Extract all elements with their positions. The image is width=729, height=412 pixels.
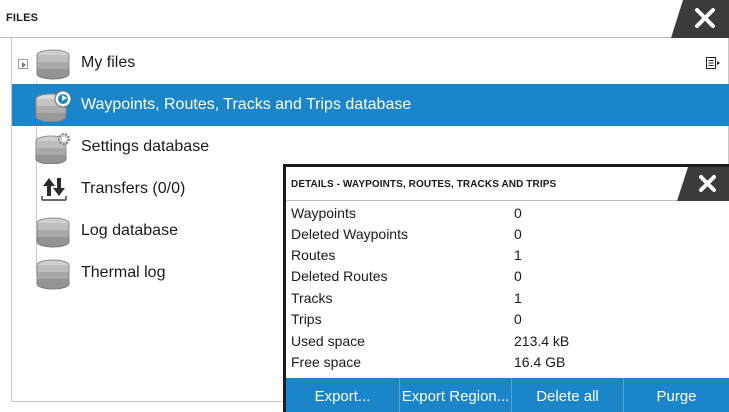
- details-title: DETAILS - WAYPOINTS, ROUTES, TRACKS AND …: [291, 179, 557, 190]
- detail-row-free-space: Free space 16.4 GB: [291, 352, 711, 373]
- list-item-label: Thermal log: [81, 264, 166, 281]
- action-bar: Export... Export Region... Delete all Pu…: [286, 378, 729, 412]
- close-icon: [671, 0, 729, 38]
- detail-row-deleted-routes: Deleted Routes 0: [291, 266, 711, 287]
- detail-label: Deleted Routes: [291, 268, 388, 284]
- list-item-settings-database[interactable]: Settings database: [12, 126, 729, 168]
- settings-database-icon: [35, 133, 70, 164]
- export-button[interactable]: Export...: [286, 378, 400, 412]
- expand-icon[interactable]: [18, 59, 28, 69]
- detail-value: 0: [514, 268, 522, 284]
- database-icon: [36, 49, 70, 80]
- detail-label: Waypoints: [291, 205, 356, 221]
- detail-label: Free space: [291, 354, 362, 370]
- detail-label: Trips: [291, 311, 322, 327]
- detail-label: Used space: [291, 333, 365, 349]
- detail-row-routes: Routes 1: [291, 245, 711, 266]
- detail-value: 0: [514, 311, 522, 327]
- detail-value: 1: [514, 247, 522, 263]
- detail-row-used-space: Used space 213.4 kB: [291, 331, 711, 352]
- list-item-waypoints-database[interactable]: Waypoints, Routes, Tracks and Trips data…: [12, 84, 729, 126]
- detail-value: 213.4 kB: [514, 333, 570, 349]
- details-header: DETAILS - WAYPOINTS, ROUTES, TRACKS AND …: [286, 167, 729, 201]
- details-close-button[interactable]: [677, 167, 729, 201]
- files-header: FILES: [0, 0, 729, 38]
- detail-row-waypoints: Waypoints 0: [291, 203, 711, 224]
- list-item-label: Settings database: [81, 138, 210, 155]
- detail-value: 16.4 GB: [514, 354, 566, 370]
- details-dialog: DETAILS - WAYPOINTS, ROUTES, TRACKS AND …: [283, 164, 729, 412]
- context-menu-icon[interactable]: [706, 57, 720, 69]
- detail-label: Routes: [291, 247, 336, 263]
- waypoint-database-icon: [35, 90, 72, 122]
- detail-value: 0: [514, 205, 522, 221]
- purge-button[interactable]: Purge: [624, 378, 729, 412]
- detail-value: 0: [514, 226, 522, 242]
- files-close-button[interactable]: [671, 0, 729, 38]
- list-item-label: My files: [81, 54, 136, 71]
- detail-row-trips: Trips 0: [291, 309, 711, 330]
- list-item-label: Transfers (0/0): [81, 180, 186, 197]
- delete-all-button[interactable]: Delete all: [512, 378, 624, 412]
- close-icon: [677, 167, 729, 201]
- detail-label: Tracks: [291, 290, 333, 306]
- list-item-label: Waypoints, Routes, Tracks and Trips data…: [81, 96, 412, 113]
- list-item-my-files[interactable]: My files: [12, 42, 729, 84]
- transfer-icon: [41, 178, 67, 201]
- export-region-button[interactable]: Export Region...: [400, 378, 512, 412]
- files-title: FILES: [6, 12, 39, 24]
- detail-row-tracks: Tracks 1: [291, 288, 711, 309]
- detail-row-deleted-waypoints: Deleted Waypoints 0: [291, 224, 711, 245]
- detail-value: 1: [514, 290, 522, 306]
- detail-label: Deleted Waypoints: [291, 226, 408, 242]
- list-item-label: Log database: [81, 222, 178, 239]
- database-icon: [36, 259, 70, 290]
- database-icon: [36, 217, 70, 248]
